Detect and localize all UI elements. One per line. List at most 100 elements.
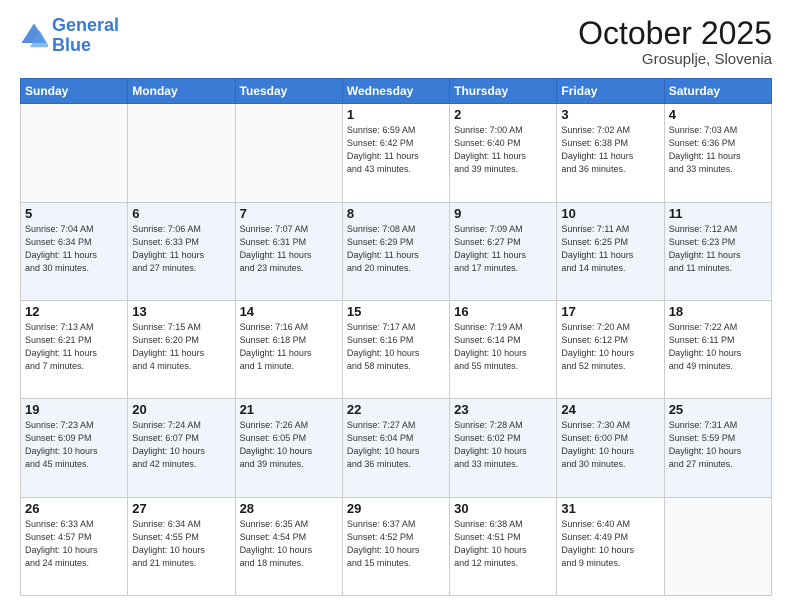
logo-icon [20,22,48,50]
table-row: 3 Sunrise: 7:02 AM Sunset: 6:38 PM Daylig… [557,104,664,202]
header-thursday: Thursday [450,79,557,104]
table-row: 13Sunrise: 7:15 AM Sunset: 6:20 PM Dayli… [128,300,235,398]
day-number: 7 [240,206,338,221]
table-row: 28 Sunrise: 6:35 AM Sunset: 4:54 PM Dayli… [235,497,342,595]
header-monday: Monday [128,79,235,104]
table-row [21,104,128,202]
table-row: 29 Sunrise: 6:37 AM Sunset: 4:52 PM Dayli… [342,497,449,595]
day-info: Sunrise: 6:38 AM Sunset: 4:51 PM Dayligh… [454,518,552,570]
day-info: Sunrise: 7:06 AM Sunset: 6:33 PM Dayligh… [132,223,230,275]
table-row: 12 Sunrise: 7:13 AM Sunset: 6:21 PM Dayli… [21,300,128,398]
table-row: 8 Sunrise: 7:08 AM Sunset: 6:29 PM Daylig… [342,202,449,300]
day-info: Sunrise: 7:26 AM Sunset: 6:05 PM Dayligh… [240,419,338,471]
logo: General Blue [20,16,119,56]
day-info: Sunrise: 7:00 AM Sunset: 6:40 PM Dayligh… [454,124,552,176]
day-info: Sunrise: 7:30 AM Sunset: 6:00 PM Dayligh… [561,419,659,471]
day-info: Sunrise: 7:27 AM Sunset: 6:04 PM Dayligh… [347,419,445,471]
header-wednesday: Wednesday [342,79,449,104]
calendar-week-row: 1Sunrise: 6:59 AM Sunset: 6:42 PM Daylig… [21,104,772,202]
day-number: 5 [25,206,123,221]
table-row: 23Sunrise: 7:28 AM Sunset: 6:02 PM Dayli… [450,399,557,497]
day-info: Sunrise: 7:22 AM Sunset: 6:11 PM Dayligh… [669,321,767,373]
calendar-week-row: 19 Sunrise: 7:23 AM Sunset: 6:09 PM Dayli… [21,399,772,497]
table-row: 19 Sunrise: 7:23 AM Sunset: 6:09 PM Dayli… [21,399,128,497]
table-row: 17 Sunrise: 7:20 AM Sunset: 6:12 PM Dayli… [557,300,664,398]
day-number: 24 [561,402,659,417]
day-number: 6 [132,206,230,221]
table-row: 2 Sunrise: 7:00 AM Sunset: 6:40 PM Daylig… [450,104,557,202]
day-info: Sunrise: 7:04 AM Sunset: 6:34 PM Dayligh… [25,223,123,275]
day-number: 30 [454,501,552,516]
day-number: 14 [240,304,338,319]
day-info: Sunrise: 6:37 AM Sunset: 4:52 PM Dayligh… [347,518,445,570]
table-row: 11Sunrise: 7:12 AM Sunset: 6:23 PM Dayli… [664,202,771,300]
table-row: 10Sunrise: 7:11 AM Sunset: 6:25 PM Dayli… [557,202,664,300]
day-number: 11 [669,206,767,221]
day-info: Sunrise: 7:15 AM Sunset: 6:20 PM Dayligh… [132,321,230,373]
table-row: 22 Sunrise: 7:27 AM Sunset: 6:04 PM Dayli… [342,399,449,497]
day-info: Sunrise: 6:40 AM Sunset: 4:49 PM Dayligh… [561,518,659,570]
day-info: Sunrise: 6:35 AM Sunset: 4:54 PM Dayligh… [240,518,338,570]
day-info: Sunrise: 6:33 AM Sunset: 4:57 PM Dayligh… [25,518,123,570]
day-number: 20 [132,402,230,417]
day-info: Sunrise: 7:20 AM Sunset: 6:12 PM Dayligh… [561,321,659,373]
header: General Blue October 2025 Grosuplje, Slo… [20,16,772,68]
table-row: 7Sunrise: 7:07 AM Sunset: 6:31 PM Daylig… [235,202,342,300]
header-friday: Friday [557,79,664,104]
day-info: Sunrise: 7:17 AM Sunset: 6:16 PM Dayligh… [347,321,445,373]
table-row: 26 Sunrise: 6:33 AM Sunset: 4:57 PM Dayli… [21,497,128,595]
day-info: Sunrise: 7:23 AM Sunset: 6:09 PM Dayligh… [25,419,123,471]
table-row [128,104,235,202]
day-number: 23 [454,402,552,417]
day-info: Sunrise: 7:02 AM Sunset: 6:38 PM Dayligh… [561,124,659,176]
location-subtitle: Grosuplje, Slovenia [578,51,772,68]
table-row: 1Sunrise: 6:59 AM Sunset: 6:42 PM Daylig… [342,104,449,202]
day-info: Sunrise: 7:03 AM Sunset: 6:36 PM Dayligh… [669,124,767,176]
table-row [235,104,342,202]
table-row: 25Sunrise: 7:31 AM Sunset: 5:59 PM Dayli… [664,399,771,497]
day-number: 1 [347,107,445,122]
header-tuesday: Tuesday [235,79,342,104]
day-info: Sunrise: 7:19 AM Sunset: 6:14 PM Dayligh… [454,321,552,373]
day-number: 27 [132,501,230,516]
weekday-header-row: Sunday Monday Tuesday Wednesday Thursday… [21,79,772,104]
day-number: 16 [454,304,552,319]
day-number: 9 [454,206,552,221]
day-info: Sunrise: 7:13 AM Sunset: 6:21 PM Dayligh… [25,321,123,373]
day-info: Sunrise: 7:09 AM Sunset: 6:27 PM Dayligh… [454,223,552,275]
table-row: 9 Sunrise: 7:09 AM Sunset: 6:27 PM Daylig… [450,202,557,300]
day-number: 29 [347,501,445,516]
table-row: 16 Sunrise: 7:19 AM Sunset: 6:14 PM Dayli… [450,300,557,398]
table-row: 15 Sunrise: 7:17 AM Sunset: 6:16 PM Dayli… [342,300,449,398]
day-number: 25 [669,402,767,417]
table-row [664,497,771,595]
table-row: 24 Sunrise: 7:30 AM Sunset: 6:00 PM Dayli… [557,399,664,497]
day-number: 18 [669,304,767,319]
page: General Blue October 2025 Grosuplje, Slo… [0,0,792,612]
day-number: 28 [240,501,338,516]
table-row: 6 Sunrise: 7:06 AM Sunset: 6:33 PM Daylig… [128,202,235,300]
day-number: 2 [454,107,552,122]
day-number: 15 [347,304,445,319]
day-number: 19 [25,402,123,417]
day-number: 17 [561,304,659,319]
table-row: 4Sunrise: 7:03 AM Sunset: 6:36 PM Daylig… [664,104,771,202]
calendar-table: Sunday Monday Tuesday Wednesday Thursday… [20,78,772,596]
calendar-week-row: 12 Sunrise: 7:13 AM Sunset: 6:21 PM Dayli… [21,300,772,398]
day-info: Sunrise: 7:11 AM Sunset: 6:25 PM Dayligh… [561,223,659,275]
day-number: 8 [347,206,445,221]
day-number: 21 [240,402,338,417]
table-row: 31Sunrise: 6:40 AM Sunset: 4:49 PM Dayli… [557,497,664,595]
day-info: Sunrise: 7:16 AM Sunset: 6:18 PM Dayligh… [240,321,338,373]
day-info: Sunrise: 6:34 AM Sunset: 4:55 PM Dayligh… [132,518,230,570]
logo-text: General Blue [52,16,119,56]
day-number: 26 [25,501,123,516]
table-row: 20Sunrise: 7:24 AM Sunset: 6:07 PM Dayli… [128,399,235,497]
day-info: Sunrise: 7:08 AM Sunset: 6:29 PM Dayligh… [347,223,445,275]
day-number: 22 [347,402,445,417]
title-block: October 2025 Grosuplje, Slovenia [578,16,772,68]
calendar-week-row: 5 Sunrise: 7:04 AM Sunset: 6:34 PM Daylig… [21,202,772,300]
day-number: 3 [561,107,659,122]
day-number: 12 [25,304,123,319]
table-row: 27 Sunrise: 6:34 AM Sunset: 4:55 PM Dayli… [128,497,235,595]
